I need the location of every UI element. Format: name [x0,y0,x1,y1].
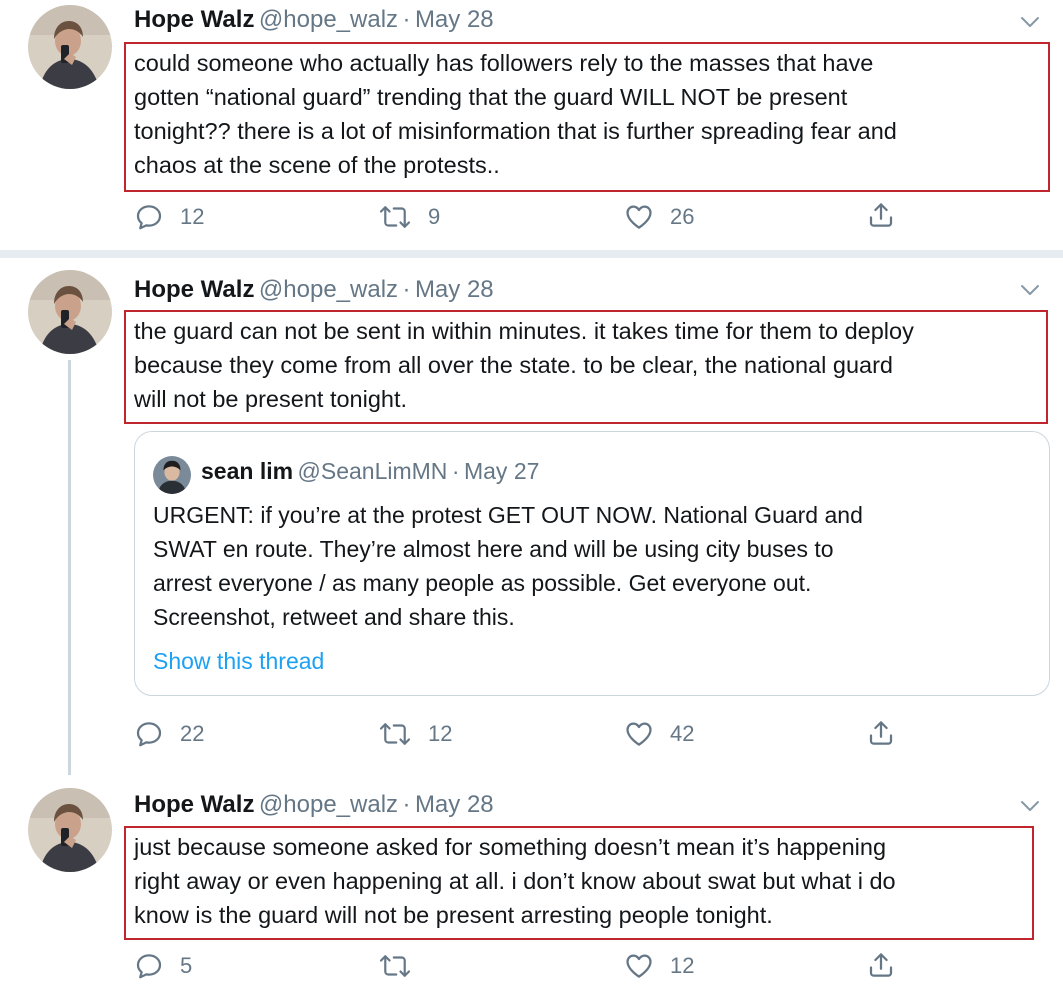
like-count: 42 [670,721,695,746]
quoted-avatar-image [153,456,191,494]
tweet-date[interactable]: May 28 [415,791,494,818]
separator-dot: · [402,6,411,33]
quoted-text-line: arrest everyone / as many people as poss… [153,570,812,596]
retweet-icon [378,202,412,232]
tweet-text-highlight: just because someone asked for something… [124,826,1034,940]
author-name[interactable]: Hope Walz [134,276,254,303]
show-thread-link[interactable]: Show this thread [153,648,324,675]
separator-dot: · [451,458,460,484]
retweet-count: 9 [428,204,441,229]
tweet-divider [0,250,1063,258]
quoted-text-line: URGENT: if you’re at the protest GET OUT… [153,502,863,528]
share-icon [866,200,896,230]
quoted-text-line: SWAT en route. They’re almost here and w… [153,536,834,562]
tweet-text-line: the guard can not be sent in within minu… [134,318,914,344]
quoted-date: May 27 [463,458,540,484]
tweet-text-highlight: could someone who actually has followers… [124,42,1050,192]
author-name[interactable]: Hope Walz [134,791,254,818]
like-icon [624,719,654,749]
avatar[interactable] [28,788,112,872]
quoted-avatar[interactable] [153,456,191,494]
retweet-icon [378,719,412,749]
reply-icon [134,951,164,981]
retweet-button[interactable]: 9 [378,202,440,232]
quoted-author-name: sean lim [201,458,294,484]
reply-count: 12 [180,204,205,229]
reply-icon [134,719,164,749]
tweet-date[interactable]: May 28 [415,6,494,33]
tweet-text-line: will not be present tonight. [134,386,408,412]
chevron-down-icon[interactable] [1020,16,1040,28]
reply-count: 5 [180,953,193,978]
tweet-text-highlight: the guard can not be sent in within minu… [124,310,1048,424]
like-icon [624,202,654,232]
quoted-text: URGENT: if you’re at the protest GET OUT… [153,498,863,634]
separator-dot: · [402,276,411,303]
reply-button[interactable]: 22 [134,719,204,749]
quoted-author-handle: @SeanLimMN [297,458,448,484]
retweet-count: 12 [428,721,453,746]
chevron-down-icon[interactable] [1020,800,1040,812]
reply-icon [134,202,164,232]
chevron-down-icon[interactable] [1020,284,1040,296]
tweet-text-line: know is the guard will not be present ar… [134,902,773,928]
avatar-image [28,5,112,89]
thread-connector-line [68,360,71,775]
reply-button[interactable]: 12 [134,202,204,232]
retweet-button[interactable]: 12 [378,719,452,749]
avatar[interactable] [28,5,112,89]
share-button[interactable] [866,950,896,980]
tweet-text-line: chaos at the scene of the protests.. [134,152,500,178]
share-button[interactable] [866,200,896,230]
avatar-image [28,270,112,354]
separator-dot: · [402,791,411,818]
author-handle[interactable]: @hope_walz [259,276,398,303]
quoted-header: sean lim @SeanLimMN · May 27 [201,458,539,485]
retweet-icon [378,951,412,981]
quoted-text-line: Screenshot, retweet and share this. [153,604,515,630]
share-icon [866,950,896,980]
author-handle[interactable]: @hope_walz [259,6,398,33]
tweet-text-line: right away or even happening at all. i d… [134,868,896,894]
author-handle[interactable]: @hope_walz [259,791,398,818]
tweet-header: Hope Walz @hope_walz · May 28 [134,791,494,819]
tweet-text-line: tonight?? there is a lot of misinformati… [134,118,897,144]
author-name[interactable]: Hope Walz [134,6,254,33]
share-button[interactable] [866,718,896,748]
reply-button[interactable]: 5 [134,951,192,981]
quoted-tweet-card[interactable]: sean lim @SeanLimMN · May 27 URGENT: if … [134,431,1050,696]
tweet-date[interactable]: May 28 [415,276,494,303]
tweet-text-line: gotten “national guard” trending that th… [134,84,848,110]
tweet-header: Hope Walz @hope_walz · May 28 [134,6,494,34]
avatar-image [28,788,112,872]
like-count: 26 [670,204,695,229]
like-button[interactable]: 12 [624,951,694,981]
share-icon [866,718,896,748]
retweet-button[interactable] [378,951,428,981]
like-icon [624,951,654,981]
tweet-text-line: just because someone asked for something… [134,834,887,860]
tweet-text-line: because they come from all over the stat… [134,352,893,378]
reply-count: 22 [180,721,205,746]
like-button[interactable]: 42 [624,719,694,749]
like-count: 12 [670,953,695,978]
tweet-header: Hope Walz @hope_walz · May 28 [134,276,494,304]
avatar[interactable] [28,270,112,354]
tweet-text-line: could someone who actually has followers… [134,50,874,76]
like-button[interactable]: 26 [624,202,694,232]
